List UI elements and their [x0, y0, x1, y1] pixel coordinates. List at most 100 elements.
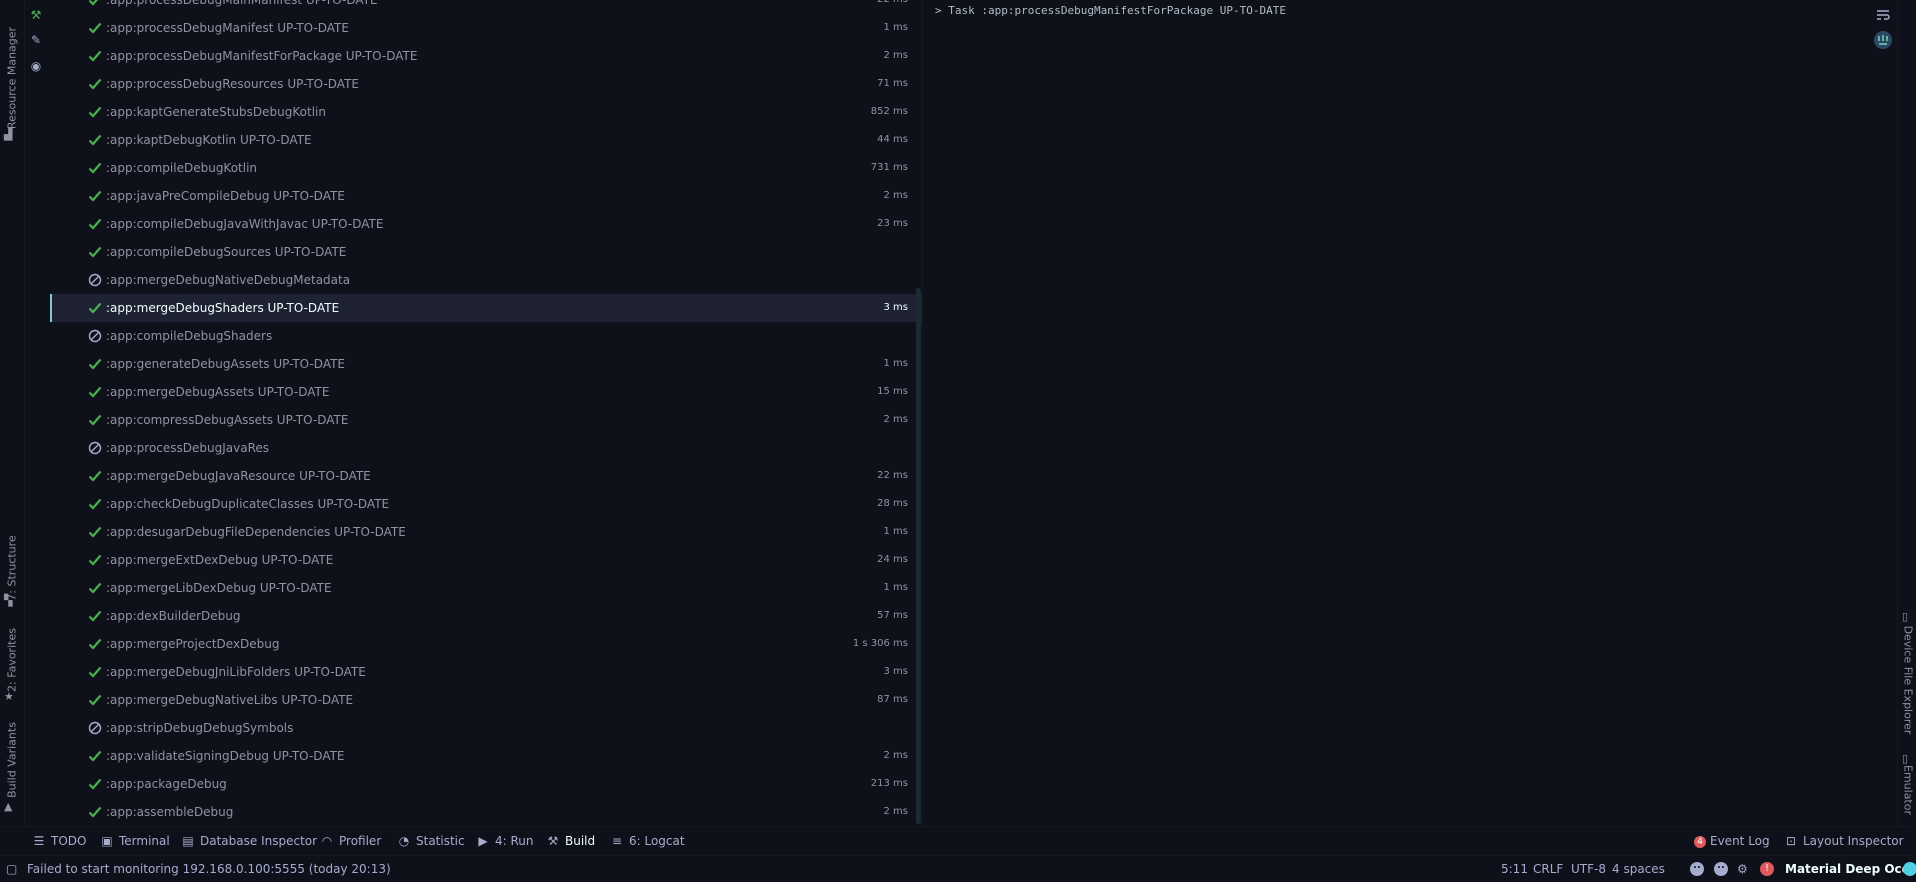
task-row[interactable]: :app:compileDebugKotlin 731 ms [50, 154, 922, 182]
task-row[interactable]: :app:processDebugResources UP-TO-DATE 71 … [50, 70, 922, 98]
task-row[interactable]: :app:compileDebugJavaWithJavac UP-TO-DAT… [50, 210, 922, 238]
task-duration: 23 ms [877, 218, 908, 229]
build-button[interactable]: ⚒ Build [546, 827, 596, 855]
task-duration: 2 ms [883, 50, 909, 61]
task-duration: 2 ms [883, 806, 909, 817]
task-row[interactable]: :app:desugarDebugFileDependencies UP-TO-… [50, 518, 922, 546]
profiler-button[interactable]: ◠ Profiler [320, 827, 382, 855]
task-duration: 2 ms [883, 750, 909, 761]
event-log-button[interactable]: 4 Event Log [1694, 827, 1770, 855]
checkmark-icon [88, 50, 102, 62]
task-row[interactable]: :app:mergeDebugNativeDebugMetadata [50, 266, 922, 294]
task-duration: 731 ms [870, 162, 908, 173]
build-variants-tab[interactable]: Build Variants [6, 722, 19, 798]
scroll-to-end-icon[interactable] [1873, 30, 1893, 50]
checkmark-icon [88, 134, 102, 146]
task-row[interactable]: :app:checkDebugDuplicateClasses UP-TO-DA… [50, 490, 922, 518]
task-row[interactable]: :app:processDebugManifestForPackage UP-T… [50, 42, 922, 70]
device-file-explorer-tab[interactable]: Device File Explorer [1902, 626, 1915, 735]
todo-button[interactable]: ☰ TODO [32, 827, 87, 855]
task-name: :app:mergeDebugNativeDebugMetadata [106, 273, 351, 287]
task-row[interactable]: :app:mergeLibDexDebug UP-TO-DATE 1 ms [50, 574, 922, 602]
task-row[interactable]: :app:packageDebug 213 ms [50, 770, 922, 798]
task-row[interactable]: :app:mergeDebugJniLibFolders UP-TO-DATE 3… [50, 658, 922, 686]
task-row[interactable]: :app:mergeDebugNativeLibs UP-TO-DATE 87 m… [50, 686, 922, 714]
gauge-icon: ◠ [321, 834, 333, 848]
smile-icon[interactable] [1690, 862, 1704, 876]
panel-splitter[interactable] [922, 0, 923, 826]
file-encoding[interactable]: UTF-8 [1571, 856, 1606, 882]
task-row[interactable]: :app:mergeProjectDexDebug 1 s 306 ms [50, 630, 922, 658]
error-icon[interactable]: ! [1760, 862, 1774, 876]
checkmark-icon [88, 218, 102, 230]
task-row[interactable]: :app:dexBuilderDebug 57 ms [50, 602, 922, 630]
tree-scrollbar[interactable] [916, 288, 921, 824]
eye-icon[interactable]: ◉ [28, 58, 44, 74]
layout-inspector-button[interactable]: ⊡ Layout Inspector [1784, 827, 1904, 855]
caret-position[interactable]: 5:11 [1501, 856, 1528, 882]
task-row[interactable]: :app:javaPreCompileDebug UP-TO-DATE 2 ms [50, 182, 922, 210]
task-name: :app:processDebugMainManifest UP-TO-DATE [106, 0, 378, 7]
task-name: :app:stripDebugDebugSymbols [106, 721, 294, 735]
inspector-icon[interactable]: ⚙ [1737, 856, 1748, 882]
skipped-icon [88, 441, 102, 455]
indent-setting[interactable]: 4 spaces [1612, 856, 1665, 882]
task-row[interactable]: :app:kaptGenerateStubsDebugKotlin 852 ms [50, 98, 922, 126]
skipped-icon [88, 329, 102, 343]
task-duration: 1 ms [883, 358, 909, 369]
checkmark-icon [88, 22, 102, 34]
run-button[interactable]: ▶ 4: Run [476, 827, 533, 855]
status-message[interactable]: Failed to start monitoring 192.168.0.100… [27, 856, 391, 882]
task-row[interactable]: :app:kaptDebugKotlin UP-TO-DATE 44 ms [50, 126, 922, 154]
task-row[interactable]: :app:mergeDebugAssets UP-TO-DATE 15 ms [50, 378, 922, 406]
task-row[interactable]: :app:compileDebugSources UP-TO-DATE [50, 238, 922, 266]
task-duration: 24 ms [877, 554, 908, 565]
build-console-output: > Task :app:processDebugManifestForPacka… [935, 4, 1286, 17]
soft-wrap-icon[interactable] [1876, 8, 1890, 22]
tool-window-bar: ☰ TODO ▣ Terminal ▤ Database Inspector ◠ Pro… [0, 826, 1916, 855]
logcat-icon: ≡ [611, 834, 623, 848]
resource-manager-tab[interactable]: Resource Manager [6, 27, 19, 129]
terminal-button[interactable]: ▣ Terminal [100, 827, 169, 855]
task-row[interactable]: :app:assembleDebug 2 ms [50, 798, 922, 826]
neutral-face-icon[interactable] [1714, 862, 1728, 876]
checkmark-icon [88, 638, 102, 650]
checkmark-icon [88, 106, 102, 118]
task-row[interactable]: :app:processDebugMainManifest UP-TO-DATE… [50, 0, 922, 14]
database-inspector-button[interactable]: ▤ Database Inspector [181, 827, 317, 855]
task-row[interactable]: :app:mergeDebugJavaResource UP-TO-DATE 22… [50, 462, 922, 490]
task-duration: 71 ms [877, 78, 908, 89]
task-row[interactable]: :app:processDebugJavaRes [50, 434, 922, 462]
task-name: :app:mergeDebugAssets UP-TO-DATE [106, 385, 330, 399]
checkmark-icon [88, 162, 102, 174]
device-icon: ▯ [1902, 610, 1909, 623]
emulator-tab[interactable]: Emulator [1902, 765, 1915, 815]
logcat-button[interactable]: ≡ 6: Logcat [610, 827, 685, 855]
theme-name[interactable]: Material Deep Ocean [1785, 856, 1916, 882]
statistic-button[interactable]: ◔ Statistic [397, 827, 465, 855]
task-name: :app:compressDebugAssets UP-TO-DATE [106, 413, 349, 427]
database-icon: ▤ [182, 834, 194, 848]
pin-icon[interactable]: ✎ [28, 32, 44, 48]
checkmark-icon [88, 0, 98, 6]
status-panel-icon[interactable]: ▢ [6, 856, 17, 882]
hammer-icon[interactable]: ⚒ [28, 7, 44, 23]
structure-tab[interactable]: 7: Structure [6, 535, 19, 600]
list-icon: ☰ [33, 834, 45, 848]
task-name: :app:desugarDebugFileDependencies UP-TO-… [106, 525, 406, 539]
status-bar: ▢ Failed to start monitoring 192.168.0.1… [0, 855, 1916, 882]
task-row[interactable]: :app:processDebugManifest UP-TO-DATE 1 ms [50, 14, 922, 42]
task-row[interactable]: :app:compileDebugShaders [50, 322, 922, 350]
task-row[interactable]: :app:validateSigningDebug UP-TO-DATE 2 ms [50, 742, 922, 770]
task-row[interactable]: :app:stripDebugDebugSymbols [50, 714, 922, 742]
favorites-tab[interactable]: 2: Favorites [6, 628, 19, 692]
line-separator[interactable]: CRLF [1533, 856, 1563, 882]
build-tool-icons: ⚒ ✎ ◉ [25, 0, 47, 90]
checkmark-icon [88, 554, 102, 566]
task-row[interactable]: :app:compressDebugAssets UP-TO-DATE 2 ms [50, 406, 922, 434]
task-name: :app:compileDebugKotlin [106, 161, 258, 175]
task-row[interactable]: :app:generateDebugAssets UP-TO-DATE 1 ms [50, 350, 922, 378]
task-row[interactable]: :app:mergeExtDexDebug UP-TO-DATE 24 ms [50, 546, 922, 574]
task-row[interactable]: :app:mergeDebugShaders UP-TO-DATE 3 ms [50, 294, 922, 322]
task-name: :app:processDebugManifestForPackage UP-T… [106, 49, 418, 63]
